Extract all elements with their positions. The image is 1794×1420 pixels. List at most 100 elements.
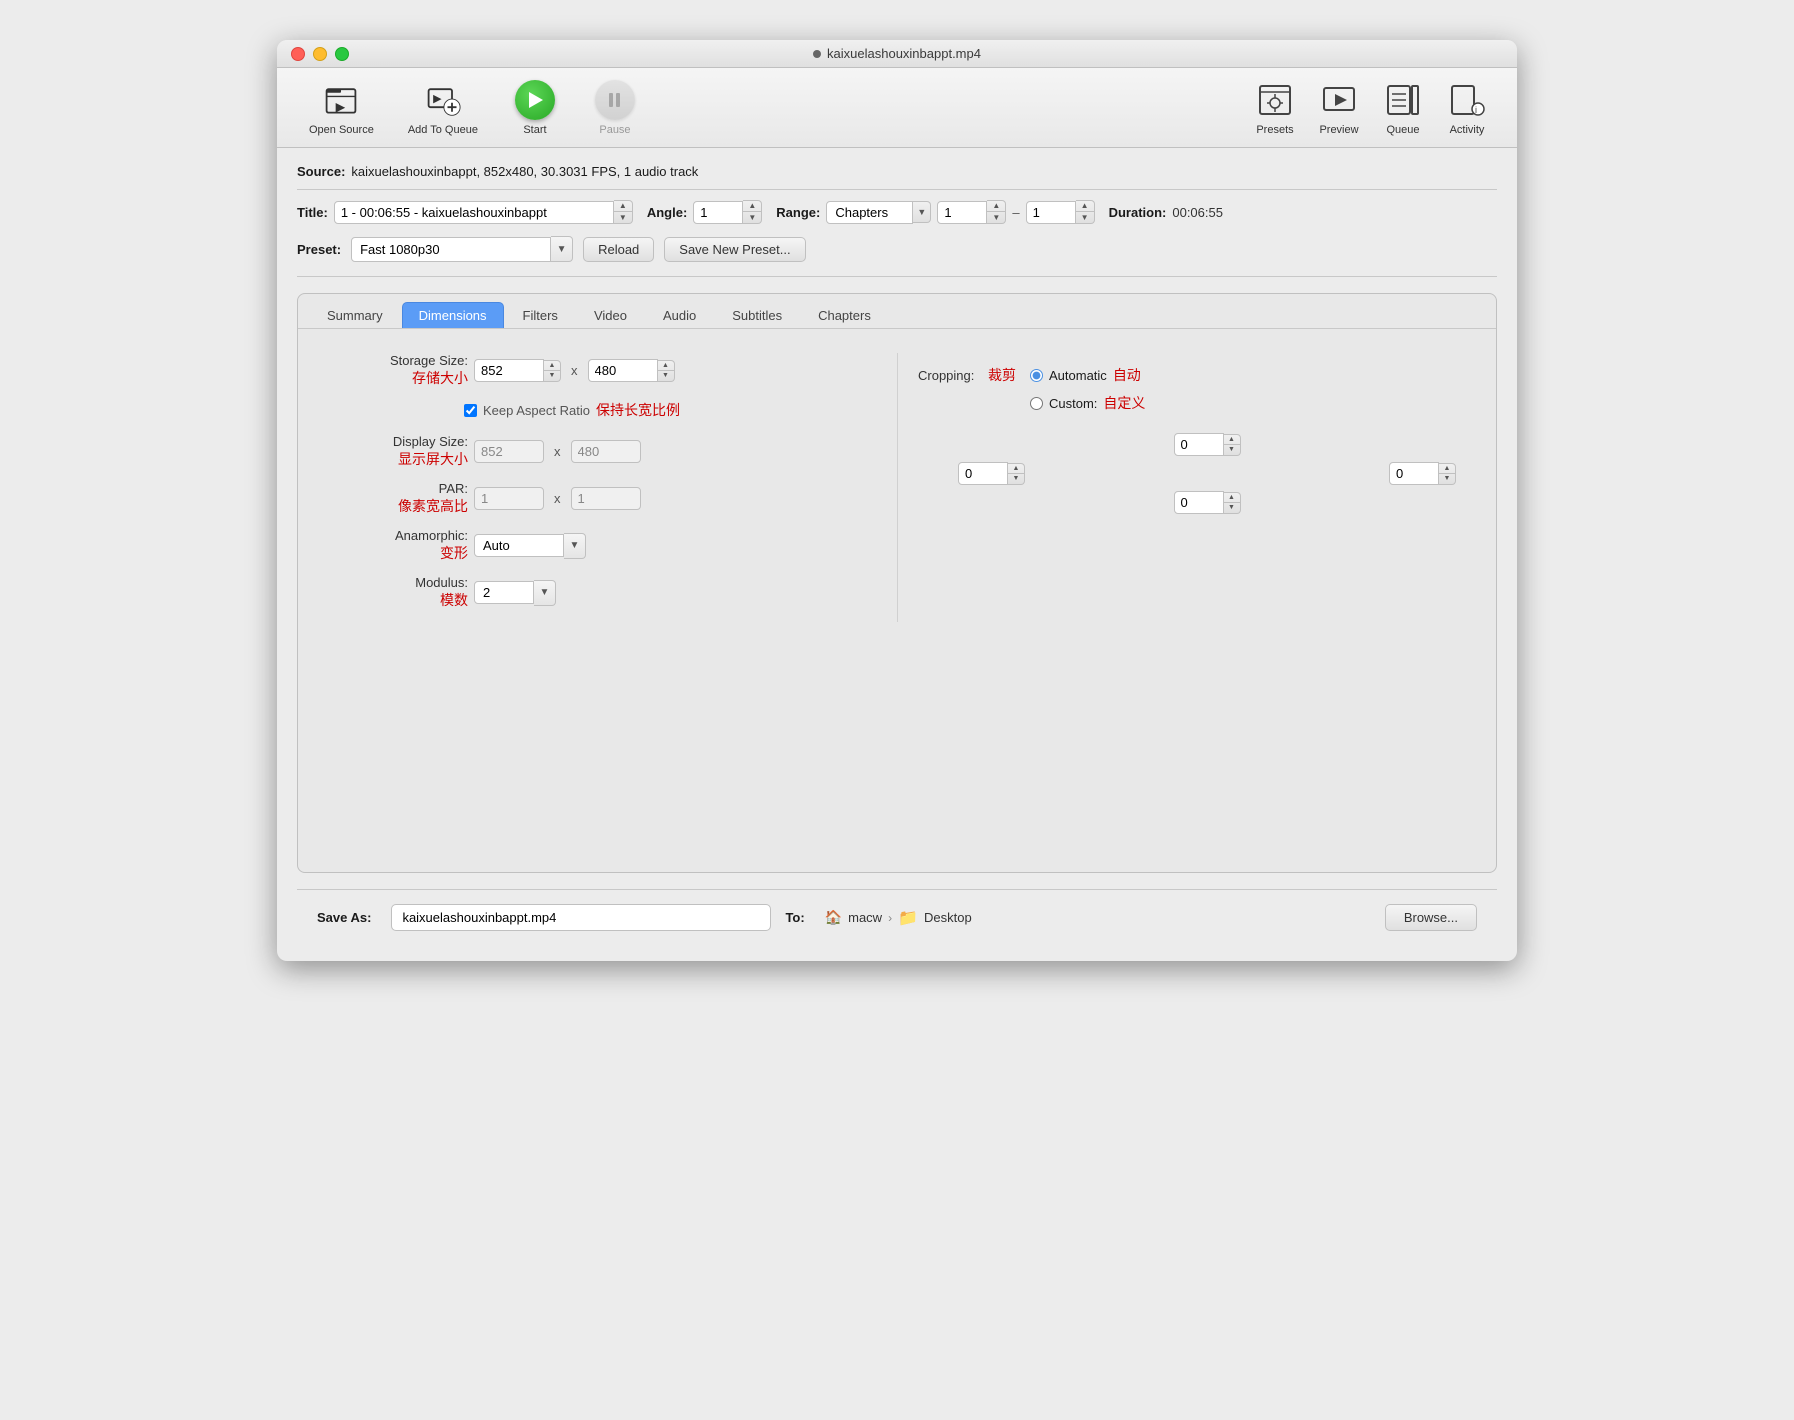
- presets-button[interactable]: Presets: [1245, 74, 1305, 142]
- preset-dropdown[interactable]: Fast 1080p30 ▼: [351, 236, 573, 262]
- main-content: Source: kaixuelashouxinbappt, 852x480, 3…: [277, 148, 1517, 961]
- range-type-dropdown[interactable]: Chapters Seconds Frames: [826, 201, 913, 224]
- reload-button[interactable]: Reload: [583, 237, 654, 262]
- crop-bottom-stepper[interactable]: ▲ ▼: [1224, 492, 1241, 514]
- tab-subtitles[interactable]: Subtitles: [715, 302, 799, 328]
- keep-aspect-ratio-checkbox[interactable]: [464, 404, 477, 417]
- range-type-select[interactable]: Chapters Seconds Frames ▼: [826, 201, 931, 224]
- crop-left-stepper[interactable]: ▲ ▼: [1008, 463, 1025, 485]
- keep-aspect-ratio-cn: 保持长宽比例: [596, 400, 680, 420]
- to-user: macw: [848, 910, 882, 925]
- range-to-arrows[interactable]: ▲ ▼: [1076, 200, 1095, 224]
- minimize-button[interactable]: [313, 47, 327, 61]
- storage-width-field[interactable]: 852: [474, 359, 544, 382]
- storage-height-input[interactable]: 480 ▲ ▼: [588, 359, 675, 382]
- pause-button[interactable]: Pause: [580, 74, 650, 142]
- angle-down-arrow[interactable]: ▼: [743, 212, 761, 223]
- sw-up[interactable]: ▲: [544, 361, 560, 371]
- custom-cropping-radio[interactable]: [1030, 397, 1043, 410]
- range-to-up[interactable]: ▲: [1076, 201, 1094, 212]
- crop-right-stepper[interactable]: ▲ ▼: [1439, 463, 1456, 485]
- tab-dimensions[interactable]: Dimensions: [402, 302, 504, 328]
- angle-stepper-arrows[interactable]: ▲ ▼: [743, 200, 762, 224]
- title-dot-icon: [813, 50, 821, 58]
- title-up-arrow[interactable]: ▲: [614, 201, 632, 212]
- sw-down[interactable]: ▼: [544, 371, 560, 381]
- add-to-queue-label: Add To Queue: [408, 124, 478, 136]
- range-from-arrows[interactable]: ▲ ▼: [987, 200, 1006, 224]
- queue-button[interactable]: Queue: [1373, 74, 1433, 142]
- maximize-button[interactable]: [335, 47, 349, 61]
- modulus-select-wrapper[interactable]: 2 4 8 16 ▼: [474, 580, 556, 606]
- add-to-queue-button[interactable]: ▶ Add To Queue: [396, 74, 490, 142]
- crop-left-field[interactable]: 0: [958, 462, 1008, 485]
- modulus-arrow[interactable]: ▼: [534, 580, 556, 606]
- storage-height-stepper[interactable]: ▲ ▼: [658, 360, 675, 382]
- title-stepper[interactable]: 1 - 00:06:55 - kaixuelashouxinbappt ▲ ▼: [334, 200, 633, 224]
- start-button[interactable]: Start: [500, 74, 570, 142]
- storage-size-label: Storage Size:: [390, 353, 468, 368]
- display-x-sep: x: [554, 444, 561, 459]
- source-row: Source: kaixuelashouxinbappt, 852x480, 3…: [297, 164, 1497, 190]
- crop-right-field[interactable]: 0: [1389, 462, 1439, 485]
- modulus-dropdown[interactable]: 2 4 8 16: [474, 581, 534, 604]
- ct-up[interactable]: ▲: [1224, 435, 1240, 445]
- crop-top-input[interactable]: 0 ▲ ▼: [1174, 433, 1241, 456]
- crop-bottom-field[interactable]: 0: [1174, 491, 1224, 514]
- anamorphic-dropdown[interactable]: Auto None Loose Custom: [474, 534, 564, 557]
- title-stepper-arrows[interactable]: ▲ ▼: [614, 200, 633, 224]
- crop-top-field[interactable]: 0: [1174, 433, 1224, 456]
- preview-button[interactable]: Preview: [1309, 74, 1369, 142]
- cr-up[interactable]: ▲: [1439, 464, 1455, 474]
- title-down-arrow[interactable]: ▼: [614, 212, 632, 223]
- range-to-down[interactable]: ▼: [1076, 212, 1094, 223]
- tab-filters[interactable]: Filters: [506, 302, 575, 328]
- to-label: To:: [785, 910, 804, 925]
- range-from-stepper[interactable]: 1 ▲ ▼: [937, 200, 1006, 224]
- crop-bottom-input[interactable]: 0 ▲ ▼: [1174, 491, 1241, 514]
- range-from-input[interactable]: 1: [937, 201, 987, 224]
- tab-video[interactable]: Video: [577, 302, 644, 328]
- save-as-input[interactable]: kaixuelashouxinbappt.mp4: [391, 904, 771, 931]
- range-to-stepper[interactable]: 1 ▲ ▼: [1026, 200, 1095, 224]
- angle-stepper[interactable]: 1 ▲ ▼: [693, 200, 762, 224]
- open-source-label: Open Source: [309, 124, 374, 136]
- crop-top-stepper[interactable]: ▲ ▼: [1224, 434, 1241, 456]
- close-button[interactable]: [291, 47, 305, 61]
- activity-button[interactable]: i Activity: [1437, 74, 1497, 142]
- tab-audio[interactable]: Audio: [646, 302, 713, 328]
- range-type-arrow[interactable]: ▼: [913, 201, 931, 223]
- range-from-down[interactable]: ▼: [987, 212, 1005, 223]
- crop-right-input[interactable]: 0 ▲ ▼: [1389, 462, 1456, 485]
- folder-icon: 📁: [898, 908, 918, 928]
- save-new-preset-button[interactable]: Save New Preset...: [664, 237, 805, 262]
- toolbar: ▶ Open Source ▶ Add To Queue: [277, 68, 1517, 148]
- preset-select[interactable]: Fast 1080p30: [351, 237, 551, 262]
- angle-input[interactable]: 1: [693, 201, 743, 224]
- anamorphic-select-wrapper[interactable]: Auto None Loose Custom ▼: [474, 533, 586, 559]
- auto-cropping-radio[interactable]: [1030, 369, 1043, 382]
- sh-up[interactable]: ▲: [658, 361, 674, 371]
- range-from-up[interactable]: ▲: [987, 201, 1005, 212]
- anamorphic-arrow[interactable]: ▼: [564, 533, 586, 559]
- browse-button[interactable]: Browse...: [1385, 904, 1477, 931]
- tab-summary[interactable]: Summary: [310, 302, 400, 328]
- range-to-input[interactable]: 1: [1026, 201, 1076, 224]
- storage-height-field[interactable]: 480: [588, 359, 658, 382]
- preset-dropdown-arrow[interactable]: ▼: [551, 236, 573, 262]
- angle-up-arrow[interactable]: ▲: [743, 201, 761, 212]
- cb-up[interactable]: ▲: [1224, 493, 1240, 503]
- cl-up[interactable]: ▲: [1008, 464, 1024, 474]
- ct-down[interactable]: ▼: [1224, 445, 1240, 455]
- title-input[interactable]: 1 - 00:06:55 - kaixuelashouxinbappt: [334, 201, 614, 224]
- sh-down[interactable]: ▼: [658, 371, 674, 381]
- tab-chapters[interactable]: Chapters: [801, 302, 888, 328]
- open-source-button[interactable]: ▶ Open Source: [297, 74, 386, 142]
- storage-width-input[interactable]: 852 ▲ ▼: [474, 359, 561, 382]
- storage-width-stepper[interactable]: ▲ ▼: [544, 360, 561, 382]
- cl-down[interactable]: ▼: [1008, 474, 1024, 484]
- cb-down[interactable]: ▼: [1224, 503, 1240, 513]
- cr-down[interactable]: ▼: [1439, 474, 1455, 484]
- crop-left-input[interactable]: 0 ▲ ▼: [958, 462, 1025, 485]
- traffic-lights[interactable]: [291, 47, 349, 61]
